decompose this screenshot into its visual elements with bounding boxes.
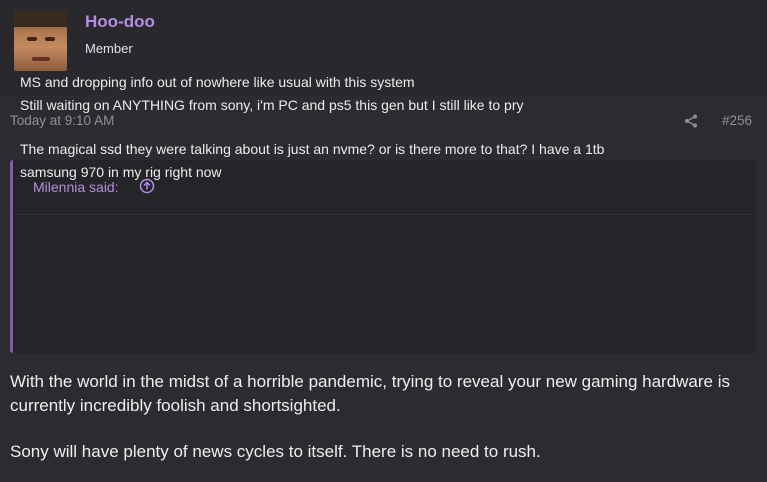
user-title: Member [85,41,133,56]
quote-line: Still waiting on ANYTHING from sony, i'm… [20,96,524,113]
quote-line: MS and dropping info out of nowhere like… [20,74,415,90]
avatar-eye-right [45,37,55,41]
quote-block: Milennia said: [10,160,756,353]
quote-line: samsung 970 in my rig right now [20,163,222,180]
user-avatar[interactable] [14,11,67,71]
message-line: currently incredibly foolish and shortsi… [10,396,341,415]
message-line: Sony will have plenty of news cycles to … [10,442,541,461]
post-message: With the world in the midst of a horribl… [10,370,760,464]
avatar-hair [14,11,67,27]
avatar-mouth [32,57,50,61]
quote-line: The magical ssd they were talking about … [20,141,605,157]
avatar-eye-left [27,37,37,41]
message-line: With the world in the midst of a horribl… [10,372,731,391]
quote-body: MS and dropping info out of nowhere like… [20,71,735,183]
username-link[interactable]: Hoo-doo [85,12,155,32]
